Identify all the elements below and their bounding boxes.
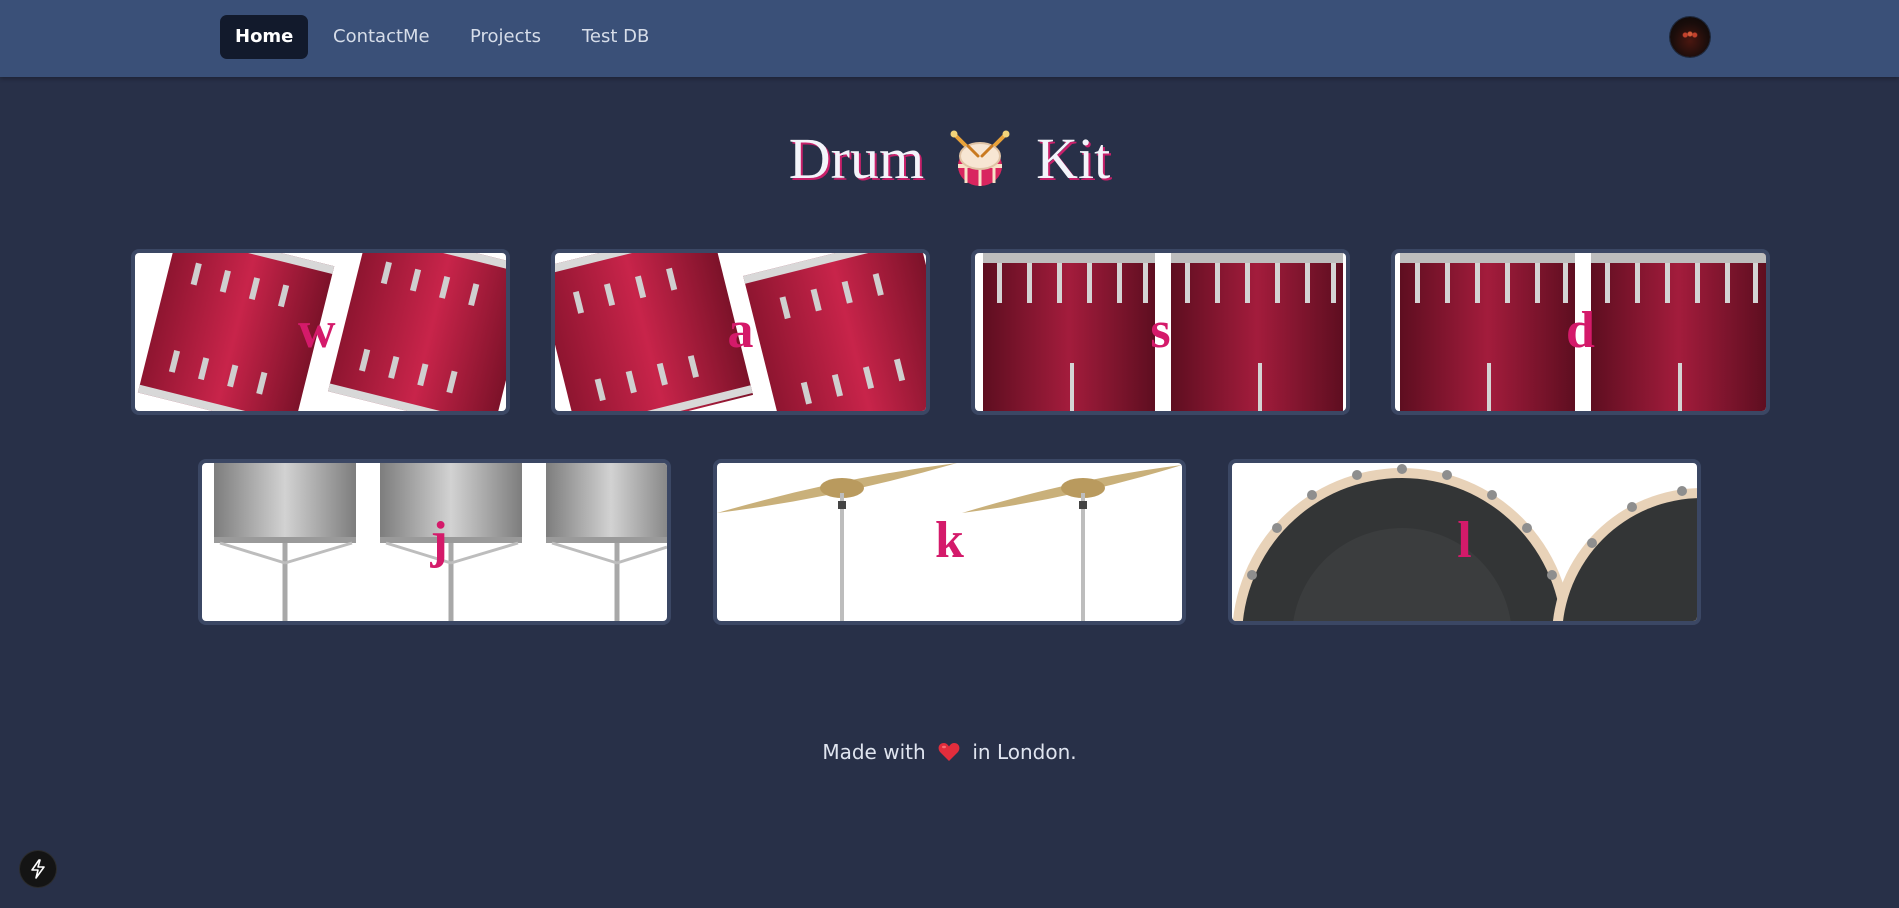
top-navbar: Home ContactMe Projects Test DB [0, 0, 1899, 77]
nav-home[interactable]: Home [220, 15, 309, 59]
drum-icon [950, 130, 1010, 186]
lightning-bolt-icon [31, 859, 45, 879]
pad-key-letter: w [298, 301, 336, 359]
pad-key-letter: k [935, 511, 964, 569]
nav-test-db[interactable]: Test DB [567, 15, 664, 59]
footer-suffix: in London. [972, 740, 1077, 764]
page-title: Drum Kit [0, 118, 1899, 198]
pad-key-letter: s [1150, 301, 1171, 359]
drum-pad-j[interactable]: j [198, 459, 671, 625]
lightning-bolt-button[interactable] [20, 851, 56, 887]
drum-pad-s[interactable]: s [971, 249, 1350, 415]
footer-prefix: Made with [822, 740, 926, 764]
drum-pad-l[interactable]: l [1228, 459, 1701, 625]
drum-pad-a[interactable]: a [551, 249, 930, 415]
drum-pad-k[interactable]: k [713, 459, 1186, 625]
nav-contactme[interactable]: ContactMe [318, 15, 445, 59]
profile-avatar[interactable] [1670, 17, 1710, 57]
heart-icon [938, 743, 960, 761]
page-footer: Made with in London. [0, 740, 1899, 764]
title-word-kit: Kit [1036, 125, 1111, 191]
pad-key-letter: j [430, 511, 448, 569]
pad-key-letter: a [727, 301, 754, 359]
title-word-drum: Drum [788, 125, 925, 191]
pad-key-letter: d [1566, 301, 1595, 359]
drum-pad-d[interactable]: d [1391, 249, 1770, 415]
nav-projects[interactable]: Projects [455, 15, 556, 59]
drum-pad-w[interactable]: w [131, 249, 510, 415]
pad-key-letter: l [1457, 511, 1472, 569]
